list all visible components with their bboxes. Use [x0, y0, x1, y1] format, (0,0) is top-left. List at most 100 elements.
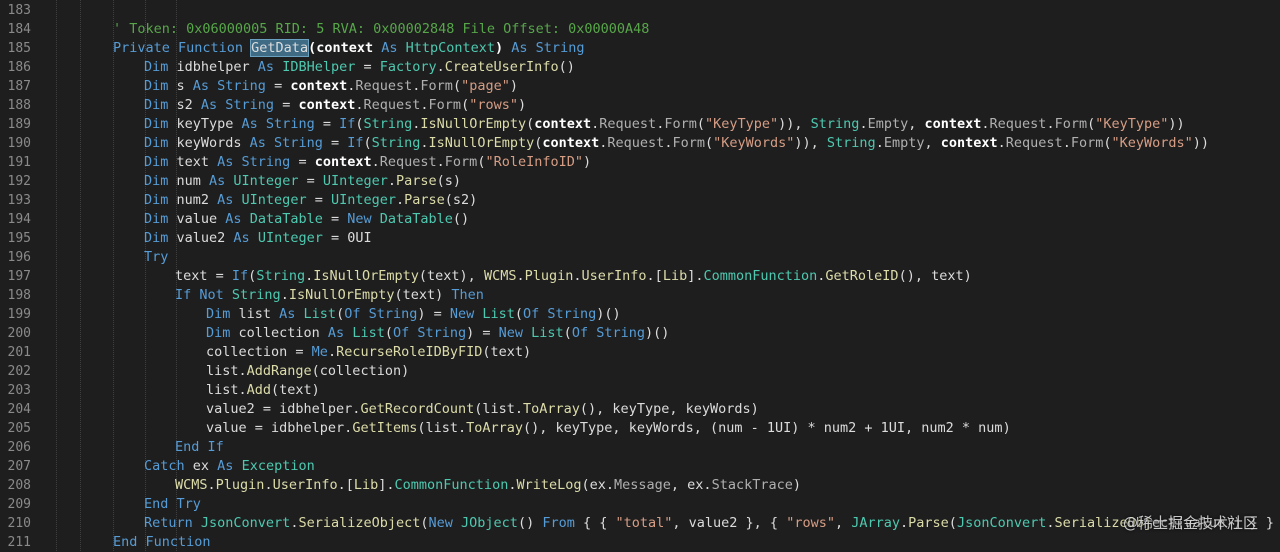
- code-token: Message: [614, 477, 671, 493]
- code-token: list.: [206, 382, 247, 398]
- code-token: (: [336, 306, 345, 322]
- code-line[interactable]: 210 Return JsonConvert.SerializeObject(Ne…: [0, 514, 1280, 533]
- code-line[interactable]: 185 Private Function GetData(context As H…: [0, 39, 1280, 58]
- code-token: .: [371, 154, 380, 170]
- code-token: String: [256, 268, 306, 284]
- code-token: As: [279, 306, 304, 322]
- code-token: =: [322, 116, 340, 132]
- code-line[interactable]: 211 End Function: [0, 533, 1280, 552]
- code-line[interactable]: 199 Dim list As List(Of String) = New Lis…: [0, 305, 1280, 324]
- code-token: collection: [238, 325, 328, 341]
- code-line[interactable]: 201 collection = Me.RecurseRoleIDByFID(te…: [0, 343, 1280, 362]
- code-token: .[: [646, 268, 663, 284]
- code-editor[interactable]: 183 184 ' Token: 0x06000005 RID: 5 RVA: 0x…: [0, 0, 1280, 551]
- code-line[interactable]: 190 Dim keyWords As String = If(String.Is…: [0, 134, 1280, 153]
- code-token: )),: [778, 116, 811, 132]
- code-line[interactable]: 196 Try: [0, 248, 1280, 267]
- code-token: String: [810, 116, 860, 132]
- line-number: 184: [7, 22, 31, 37]
- code-text: Dim collection As List(Of String) = New …: [206, 324, 669, 343]
- code-line[interactable]: 189 Dim keyType As String = If(String.IsN…: [0, 115, 1280, 134]
- code-token: (): [517, 515, 543, 531]
- code-token: context: [924, 116, 982, 132]
- line-number: 202: [7, 364, 31, 379]
- code-token: Empty: [867, 116, 909, 132]
- code-line[interactable]: 186 Dim idbhelper As IDBHelper = Factory.…: [0, 58, 1280, 77]
- code-token: =: [282, 97, 299, 113]
- code-token: , ex.: [670, 477, 712, 493]
- code-token: Exception: [241, 458, 315, 474]
- code-line[interactable]: 204 value2 = idbhelper.GetRecordCount(lis…: [0, 400, 1280, 419]
- code-token: text: [176, 154, 218, 170]
- code-token: As String: [192, 78, 275, 94]
- code-token: As: [225, 211, 250, 227]
- code-token: context: [940, 135, 998, 151]
- code-token: Form: [420, 78, 453, 94]
- code-text: Try: [144, 248, 168, 267]
- code-token: As: [209, 173, 234, 189]
- code-token: (: [1087, 116, 1096, 132]
- code-token: As: [217, 458, 242, 474]
- code-token: As: [233, 230, 258, 246]
- code-line[interactable]: 198 If Not String.IsNullOrEmpty(text) The…: [0, 286, 1280, 305]
- code-token: ex: [192, 458, 218, 474]
- code-line[interactable]: 205 value = idbhelper.GetItems(list.ToArr…: [0, 419, 1280, 438]
- code-token: Request: [379, 154, 437, 170]
- code-line[interactable]: 207 Catch ex As Exception: [0, 457, 1280, 476]
- code-token: Request: [989, 116, 1047, 132]
- code-line[interactable]: 187 Dim s As String = context.Request.For…: [0, 77, 1280, 96]
- code-line[interactable]: 209 End Try: [0, 495, 1280, 514]
- line-number: 205: [7, 421, 31, 436]
- code-line[interactable]: 184 ' Token: 0x06000005 RID: 5 RVA: 0x000…: [0, 20, 1280, 39]
- code-token: GetRoleID: [825, 268, 899, 284]
- code-token: Dim: [144, 135, 177, 151]
- code-line[interactable]: 183: [0, 1, 1280, 20]
- code-token: Empty: [883, 135, 925, 151]
- code-text: Dim text As String = context.Request.For…: [144, 153, 591, 172]
- code-line[interactable]: 208 WCMS.Plugin.UserInfo.[Lib].CommonFunc…: [0, 476, 1280, 495]
- code-token: = 0UI: [330, 230, 372, 246]
- code-text: value2 = idbhelper.GetRecordCount(list.T…: [206, 400, 759, 419]
- code-token: value = idbhelper.: [206, 420, 353, 436]
- code-line[interactable]: 191 Dim text As String = context.Request.…: [0, 153, 1280, 172]
- line-number: 189: [7, 117, 31, 132]
- code-text: list.Add(text): [206, 381, 320, 400]
- code-line[interactable]: 194 Dim value As DataTable = New DataTabl…: [0, 210, 1280, 229]
- code-line[interactable]: 203 list.Add(text): [0, 381, 1280, 400]
- code-token: s: [176, 78, 193, 94]
- code-text: value = idbhelper.GetItems(list.ToArray(…: [206, 419, 1011, 438]
- line-number: 206: [7, 440, 31, 455]
- code-token: ToArray: [466, 420, 524, 436]
- code-token: List: [482, 306, 515, 322]
- code-token: Dim: [144, 59, 177, 75]
- code-token: .: [305, 268, 314, 284]
- code-line[interactable]: 206 End If: [0, 438, 1280, 457]
- line-number: 196: [7, 250, 31, 265]
- code-token: (: [420, 515, 429, 531]
- code-token: context: [534, 116, 592, 132]
- code-token: "KeyType": [1095, 116, 1169, 132]
- code-line[interactable]: 188 Dim s2 As String = context.Request.Fo…: [0, 96, 1280, 115]
- code-line[interactable]: 195 Dim value2 As UInteger = 0UI: [0, 229, 1280, 248]
- code-line[interactable]: 192 Dim num As UInteger = UInteger.Parse(…: [0, 172, 1280, 191]
- code-token: Lib: [353, 477, 379, 493]
- code-token: As: [217, 192, 242, 208]
- code-token: .: [1062, 135, 1071, 151]
- watermark-text: @稀土掘金技术社区: [1122, 514, 1258, 532]
- code-token: List: [352, 325, 385, 341]
- code-line[interactable]: 193 Dim num2 As UInteger = UInteger.Parse…: [0, 191, 1280, 210]
- code-token: =: [306, 173, 323, 189]
- code-token: IsNullOrEmpty: [428, 135, 535, 151]
- code-token: ): [509, 78, 518, 94]
- code-token: list.: [206, 363, 247, 379]
- code-token: CreateUserInfo: [444, 59, 559, 75]
- code-token: value2: [176, 230, 234, 246]
- code-token: Return: [144, 515, 201, 531]
- code-line[interactable]: 200 Dim collection As List(Of String) = N…: [0, 324, 1280, 343]
- code-text: collection = Me.RecurseRoleIDByFID(text): [206, 343, 531, 362]
- code-token: Then: [451, 287, 484, 303]
- code-line[interactable]: 197 text = If(String.IsNullOrEmpty(text),…: [0, 267, 1280, 286]
- code-line[interactable]: 202 list.AddRange(collection): [0, 362, 1280, 381]
- line-number: 199: [7, 307, 31, 322]
- code-token: From: [542, 515, 583, 531]
